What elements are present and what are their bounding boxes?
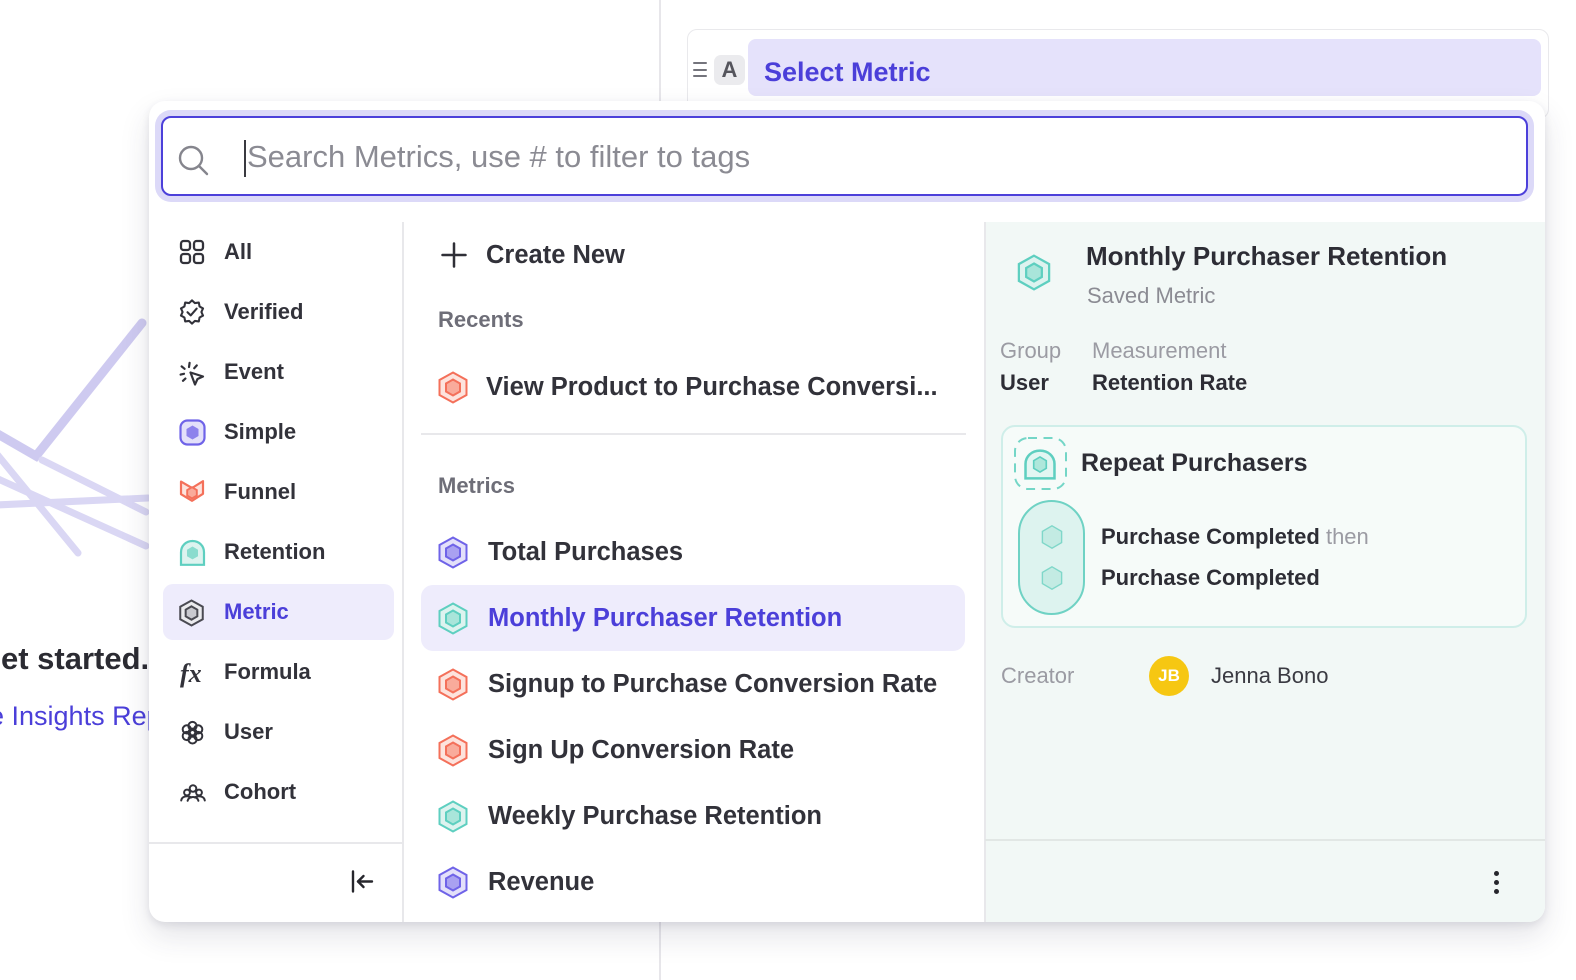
- svg-text:fx: fx: [180, 659, 202, 688]
